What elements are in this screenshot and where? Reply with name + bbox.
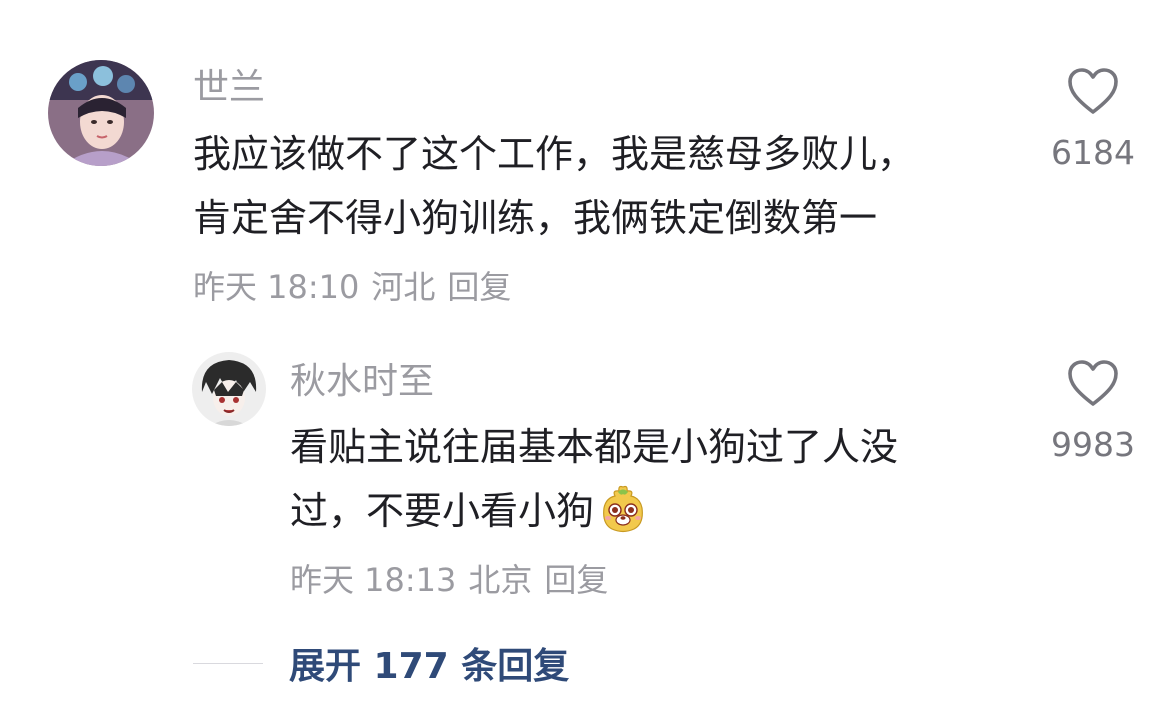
commenter-avatar[interactable]	[48, 60, 154, 166]
reply-time: 昨天 18:13	[290, 561, 457, 599]
comment-time: 昨天 18:10	[193, 268, 360, 306]
expand-replies-row[interactable]: 展开 177 条回复	[193, 638, 569, 688]
heart-icon[interactable]	[1066, 66, 1120, 116]
comment-text-line: 肯定舍不得小狗训练，我俩铁定倒数第一	[193, 196, 878, 240]
like-count: 9983	[1051, 425, 1135, 464]
reply-location: 北京	[468, 561, 533, 599]
reply-avatar[interactable]	[192, 352, 266, 426]
expand-replies-button[interactable]: 展开 177 条回复	[289, 637, 569, 689]
dog-face-emoji	[603, 485, 643, 533]
reply-text: 看贴主说往届基本都是小狗过了人没 过，不要小看小狗	[290, 415, 1010, 543]
comment-meta: 昨天 18:10 河北 回复	[193, 271, 523, 303]
avatar-woman-icon	[48, 60, 154, 166]
heart-icon[interactable]	[1066, 358, 1120, 408]
comment-text-line: 我应该做不了这个工作，我是慈母多败儿，	[193, 132, 916, 176]
like-count: 6184	[1051, 133, 1135, 172]
reply-text-segment: 过，不要小看小狗	[290, 489, 595, 533]
reply-button[interactable]: 回复	[447, 268, 511, 306]
like-control[interactable]: 6184	[1038, 66, 1148, 169]
reply-username[interactable]: 秋水时至	[290, 364, 434, 400]
comment-text: 我应该做不了这个工作，我是慈母多败儿， 肯定舍不得小狗训练，我俩铁定倒数第一	[193, 122, 1013, 250]
reply-button[interactable]: 回复	[544, 561, 608, 599]
comment-location: 河北	[371, 268, 436, 306]
avatar-anime-icon	[192, 352, 266, 426]
reply-text-line: 过，不要小看小狗	[290, 479, 1010, 543]
reply-text-line: 看贴主说往届基本都是小狗过了人没	[290, 425, 899, 469]
reply-like-control[interactable]: 9983	[1038, 358, 1148, 461]
divider	[193, 662, 263, 664]
reply-meta: 昨天 18:13 北京 回复	[290, 564, 620, 596]
commenter-username[interactable]: 世兰	[193, 70, 265, 106]
